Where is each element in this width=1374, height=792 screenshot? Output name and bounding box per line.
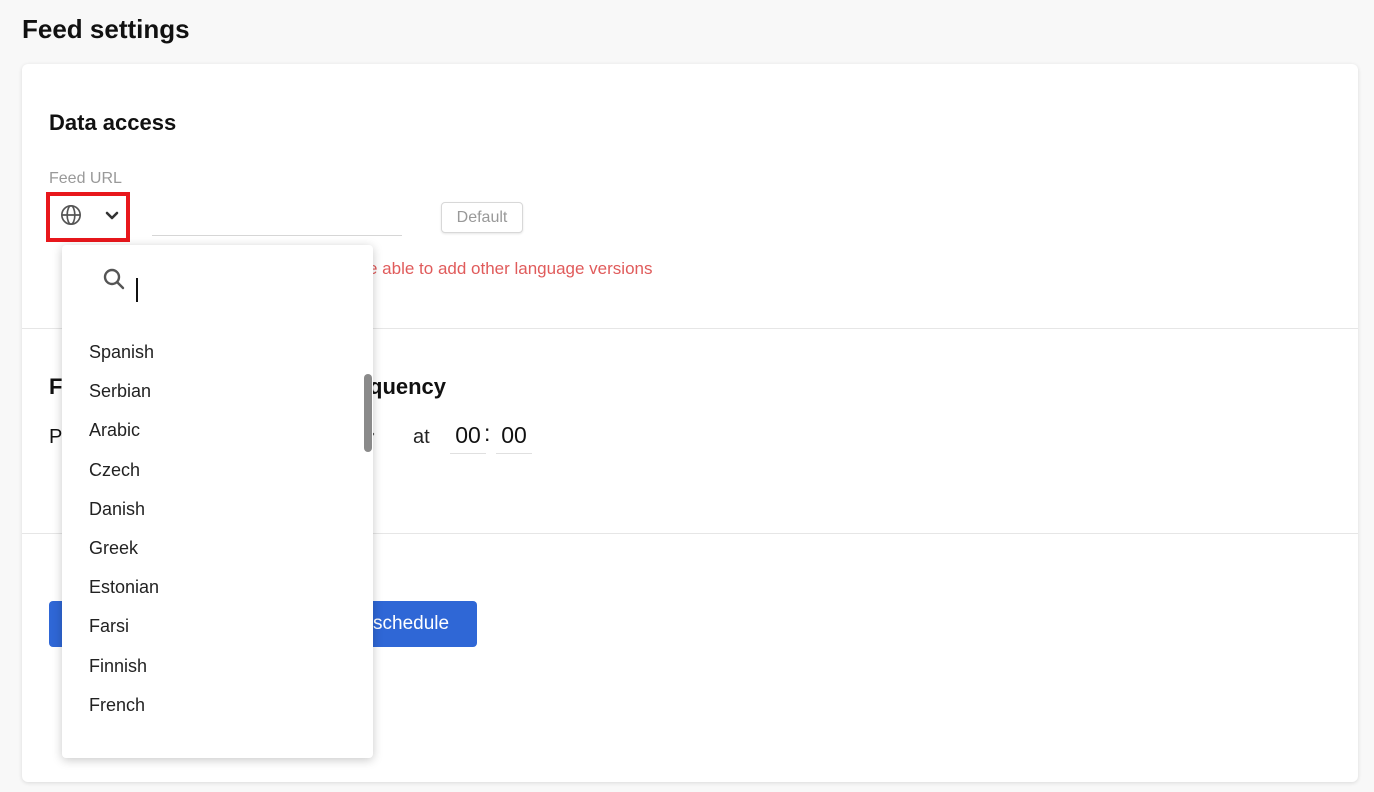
feed-url-input[interactable] (152, 214, 402, 236)
period-label: P (49, 426, 63, 448)
data-access-title: Data access (49, 110, 177, 135)
dropdown-scrollbar[interactable] (364, 374, 372, 452)
language-dropdown[interactable]: Spanish Serbian Arabic Czech Danish Gree… (62, 245, 373, 758)
frequency-title-end: quency (369, 374, 447, 399)
language-option[interactable]: Estonian (62, 568, 373, 607)
feed-url-label: Feed URL (49, 170, 122, 187)
language-option[interactable]: Finnish (62, 647, 373, 686)
page-title: Feed settings (22, 14, 190, 44)
language-search-input[interactable] (134, 275, 354, 303)
text-caret (136, 278, 138, 302)
language-option[interactable]: Danish (62, 490, 373, 529)
language-option[interactable]: Greek (62, 529, 373, 568)
language-option[interactable]: Farsi (62, 607, 373, 646)
default-button[interactable]: Default (441, 202, 523, 233)
language-list: Spanish Serbian Arabic Czech Danish Gree… (62, 333, 373, 725)
language-option[interactable]: Serbian (62, 372, 373, 411)
search-icon (102, 267, 126, 296)
language-option[interactable]: Arabic (62, 411, 373, 450)
language-select-button[interactable] (46, 192, 130, 242)
language-option[interactable]: Czech (62, 451, 373, 490)
minutes-input[interactable]: 00 (496, 418, 532, 454)
globe-icon (60, 204, 82, 231)
language-option[interactable]: French (62, 686, 373, 725)
time-separator: : (484, 420, 491, 446)
chevron-down-icon (104, 207, 120, 228)
at-label: at (413, 426, 430, 448)
frequency-title-start: F (49, 374, 63, 399)
language-warning-text: e able to add other language versions (368, 259, 653, 278)
hours-input[interactable]: 00 (450, 418, 486, 454)
language-option[interactable]: Spanish (62, 333, 373, 372)
